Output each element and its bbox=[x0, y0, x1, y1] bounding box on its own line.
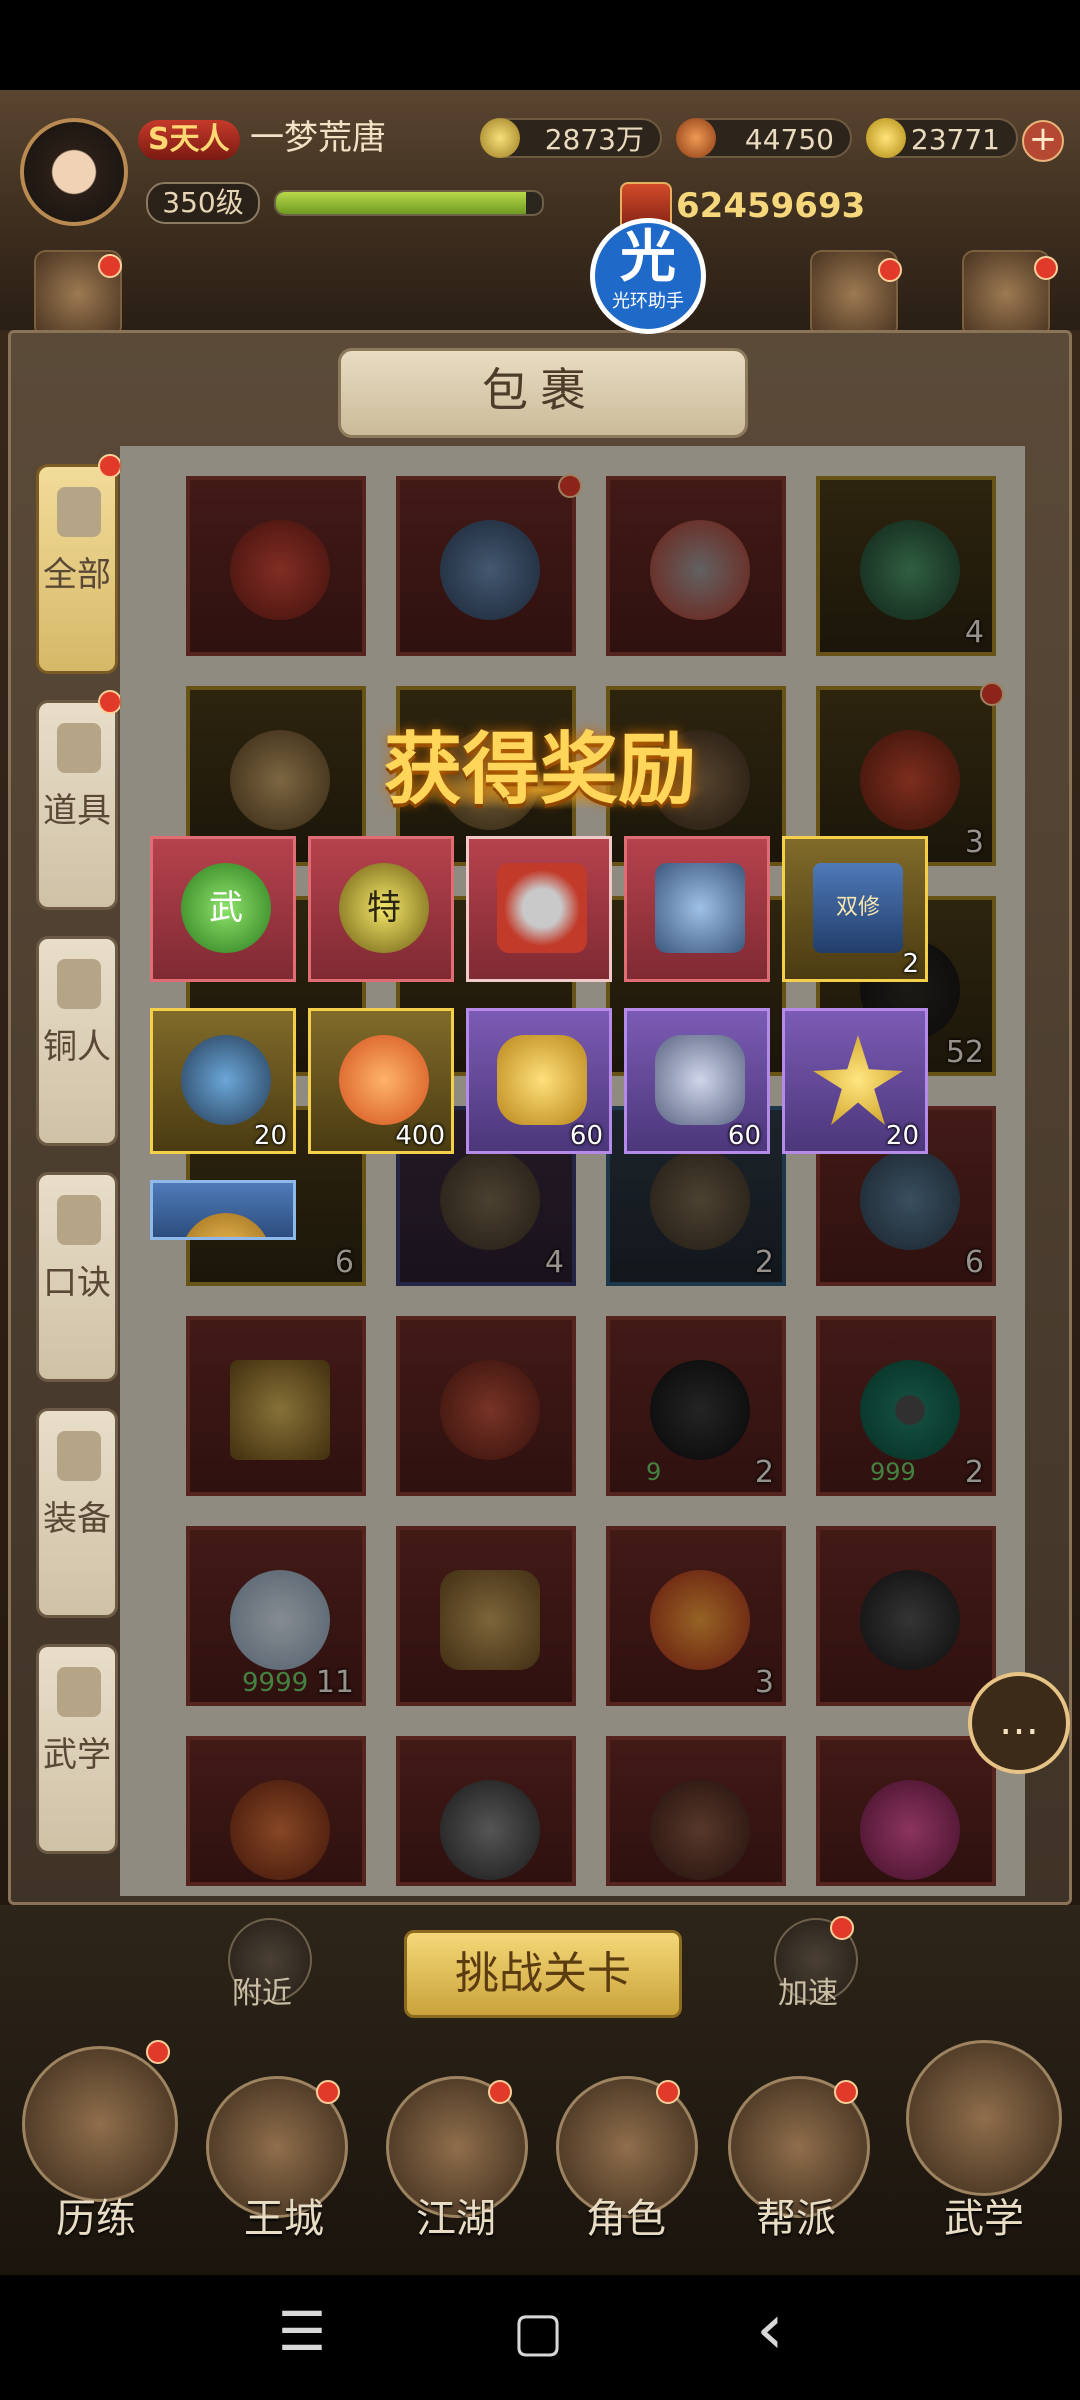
player-avatar[interactable] bbox=[20, 118, 128, 226]
reward-slot[interactable] bbox=[624, 836, 770, 982]
scroll-icon bbox=[57, 1195, 101, 1245]
reward-slot[interactable]: 特 bbox=[308, 836, 454, 982]
coin-icon bbox=[181, 1213, 271, 1237]
notification-dot bbox=[830, 1916, 854, 1940]
reward-slot[interactable]: 20 bbox=[782, 1008, 928, 1154]
gold-ore-icon bbox=[497, 1035, 587, 1125]
nav-training-label[interactable]: 历练 bbox=[16, 2186, 176, 2244]
gold-value: 23771 bbox=[910, 123, 1000, 156]
tab-equipment[interactable]: 装备 bbox=[36, 1408, 118, 1618]
nav-city-label[interactable]: 王城 bbox=[204, 2186, 364, 2244]
reward-slot[interactable]: 双修 2 bbox=[782, 836, 928, 982]
back-icon[interactable]: ‹ bbox=[730, 2288, 810, 2370]
notification-dot bbox=[488, 2080, 512, 2104]
weapon-chest-icon bbox=[497, 863, 587, 953]
notification-dot bbox=[146, 2040, 170, 2064]
notification-dot bbox=[316, 2080, 340, 2104]
reward-slot[interactable]: 400 bbox=[308, 1008, 454, 1154]
yellow-gem-icon: 特 bbox=[339, 863, 429, 953]
nearby-label: 附近 bbox=[232, 1976, 292, 2011]
potion-pouch-icon bbox=[181, 1035, 271, 1125]
coin-icon bbox=[480, 118, 520, 158]
player-level: 350级 bbox=[146, 182, 260, 224]
nav-character-label[interactable]: 角色 bbox=[546, 2186, 706, 2244]
recharge-plus-button[interactable]: + bbox=[1022, 120, 1064, 162]
halo-assistant-button[interactable]: 光 光环助手 bbox=[590, 218, 706, 334]
nav-jianghu-label[interactable]: 江湖 bbox=[376, 2186, 536, 2244]
panel-title: 包裹 bbox=[482, 363, 598, 417]
notification-dot bbox=[656, 2080, 680, 2104]
tab-formula[interactable]: 口诀 bbox=[36, 1172, 118, 1382]
green-gem-icon: 武 bbox=[181, 863, 271, 953]
reward-slot[interactable]: 20 bbox=[150, 1008, 296, 1154]
armor-icon bbox=[57, 1431, 101, 1481]
reward-slot[interactable]: 60 bbox=[466, 1008, 612, 1154]
speedup-label: 加速 bbox=[778, 1976, 838, 2011]
tab-items[interactable]: 道具 bbox=[36, 700, 118, 910]
jade-icon bbox=[676, 118, 716, 158]
nav-guild-label[interactable]: 帮派 bbox=[716, 2186, 876, 2244]
manual-icon bbox=[57, 1667, 101, 1717]
menu-icon[interactable]: ☰ bbox=[262, 2300, 342, 2363]
notification-dot bbox=[878, 258, 902, 282]
reward-title: 获得奖励 bbox=[383, 724, 696, 815]
notification-dot bbox=[98, 454, 122, 478]
copper-value: 2873万 bbox=[544, 123, 644, 156]
tab-all[interactable]: 全部 bbox=[36, 464, 118, 674]
xp-bar bbox=[274, 190, 544, 216]
jade-counter: 44750 bbox=[676, 118, 852, 158]
book-chest-icon bbox=[655, 863, 745, 953]
dim-overlay bbox=[120, 446, 1025, 1896]
tab-bronze-man[interactable]: 铜人 bbox=[36, 936, 118, 1146]
xp-fill bbox=[276, 192, 527, 214]
jade-value: 44750 bbox=[744, 123, 834, 156]
notification-dot bbox=[1034, 256, 1058, 280]
player-name: 一梦荒唐 bbox=[250, 118, 386, 158]
reward-slot[interactable]: 武 bbox=[150, 836, 296, 982]
combat-power: 62459693 bbox=[676, 186, 866, 226]
tab-martial-arts[interactable]: 武学 bbox=[36, 1644, 118, 1854]
reward-slot-partial[interactable] bbox=[150, 1180, 296, 1240]
reward-slot[interactable] bbox=[466, 836, 612, 982]
challenge-stage-button[interactable]: 挑战关卡 bbox=[404, 1930, 682, 2018]
figure-icon bbox=[57, 959, 101, 1009]
nav-training-icon[interactable] bbox=[22, 2046, 178, 2202]
gold-counter: 23771 bbox=[866, 118, 1018, 158]
home-icon[interactable]: ▢ bbox=[498, 2300, 578, 2363]
chat-button[interactable]: … bbox=[968, 1672, 1070, 1774]
notification-dot bbox=[98, 690, 122, 714]
nav-martial-arts-label[interactable]: 武学 bbox=[904, 2186, 1064, 2244]
book-icon: 双修 bbox=[813, 863, 903, 953]
reward-slot[interactable]: 60 bbox=[624, 1008, 770, 1154]
nav-martial-arts-icon[interactable] bbox=[906, 2040, 1062, 2196]
vip-badge: S天人 bbox=[138, 120, 240, 160]
notification-dot bbox=[834, 2080, 858, 2104]
silver-ore-icon bbox=[655, 1035, 745, 1125]
fan-icon bbox=[57, 487, 101, 537]
status-bar bbox=[0, 0, 1080, 90]
orange-medal-icon bbox=[339, 1035, 429, 1125]
pouch-icon bbox=[57, 723, 101, 773]
gold-crystal-icon bbox=[813, 1035, 903, 1125]
notification-dot bbox=[98, 254, 122, 278]
copper-counter: 2873万 bbox=[480, 118, 662, 158]
gold-ingot-icon bbox=[866, 118, 906, 158]
